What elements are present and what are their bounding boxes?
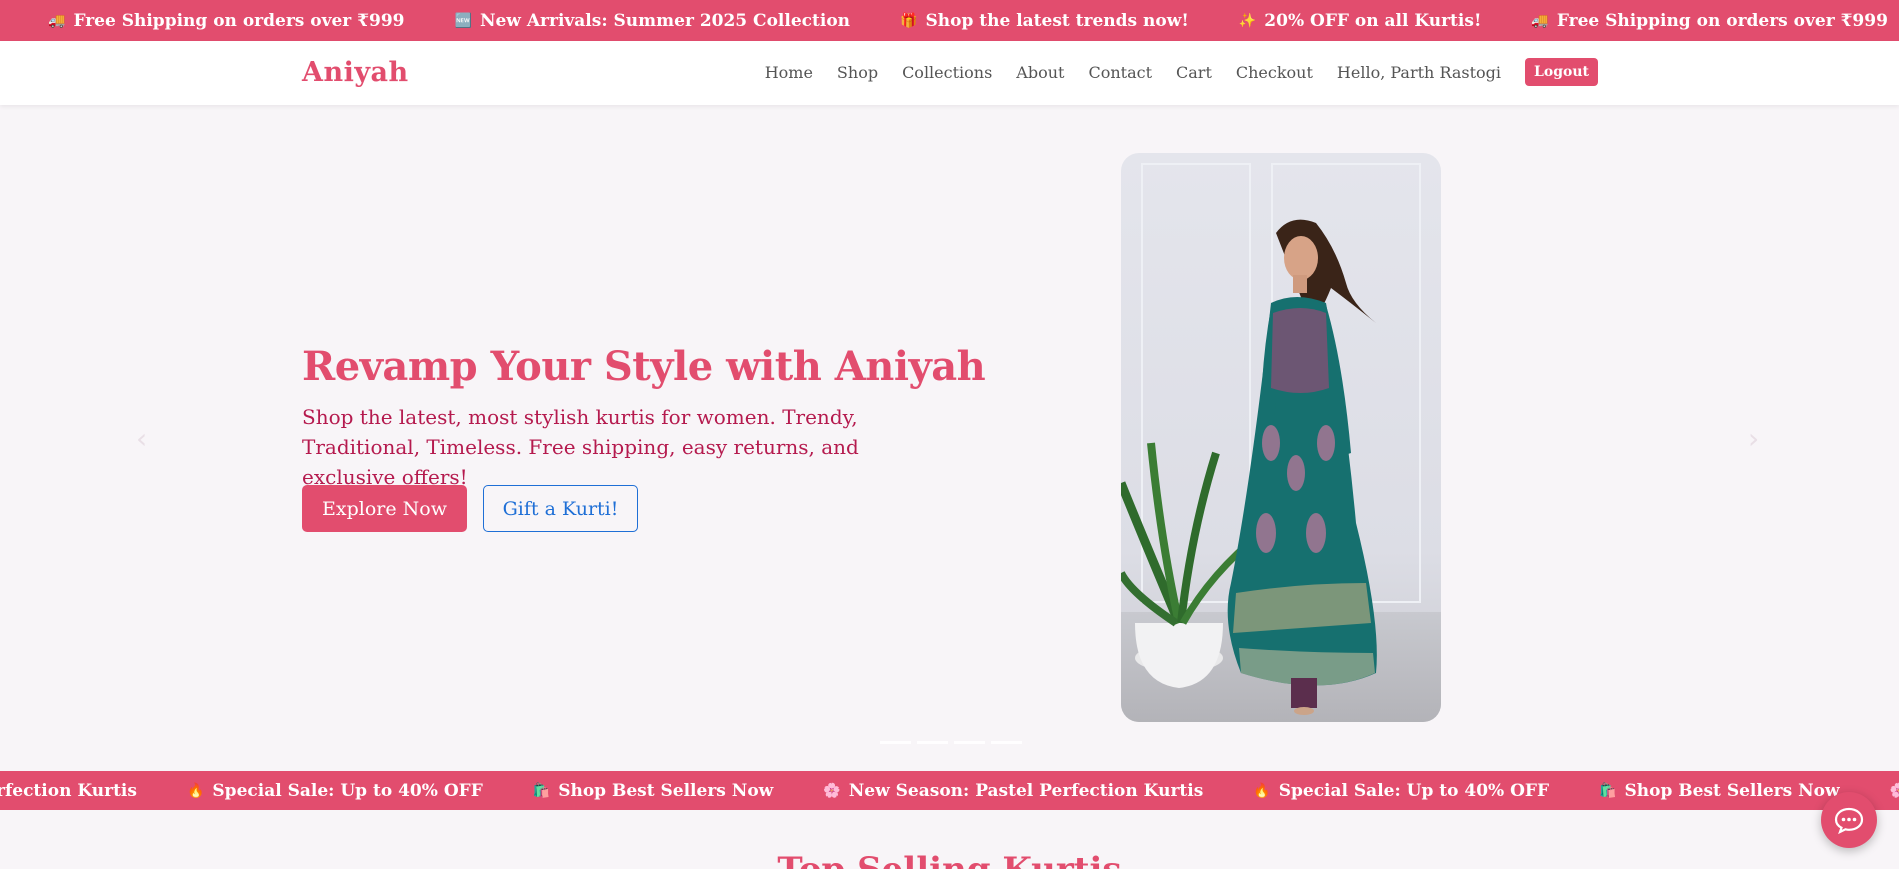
marquee-text: New Season: Pastel Perfection Kurtis [848, 780, 1204, 801]
gift-kurti-button[interactable]: Gift a Kurti! [483, 485, 638, 532]
nav-link-checkout[interactable]: Checkout [1236, 63, 1313, 82]
navbar: Aniyah Home Shop Collections About Conta… [0, 41, 1899, 105]
marquee-emoji-icon: 🎁 [900, 12, 918, 29]
marquee-text: Free Shipping on orders over ₹999 [73, 10, 405, 31]
hero-title: Revamp Your Style with Aniyah [302, 343, 986, 390]
carousel-indicator[interactable] [954, 741, 985, 744]
marquee-item: ✨ 20% OFF on all Kurtis! [1239, 11, 1482, 31]
marquee-emoji-icon: ✨ [1238, 12, 1257, 29]
nav-link-shop[interactable]: Shop [837, 63, 878, 82]
marquee-emoji-icon: 🔥 [186, 782, 205, 799]
user-greeting: Hello, Parth Rastogi [1336, 62, 1502, 82]
marquee-item: 🌸New Season: Pastel Perfection Kurtis [1890, 781, 1899, 801]
nav-link-cart[interactable]: Cart [1176, 63, 1212, 82]
marquee-emoji-icon: 🚚 [1531, 12, 1549, 29]
marquee-item: 🚚 Free Shipping on orders over ₹999 [1531, 11, 1888, 31]
carousel-indicator[interactable] [991, 741, 1022, 744]
hero-subtitle: Shop the latest, most stylish kurtis for… [302, 405, 859, 489]
marquee-text: Special Sale: Up to 40% OFF [1278, 780, 1550, 801]
marquee-item: 🆕 New Arrivals: Summer 2025 Collection [455, 11, 851, 31]
chat-icon [1834, 807, 1864, 835]
marquee-text: rfection Kurtis [0, 780, 137, 801]
marquee-text: New Arrivals: Summer 2025 Collection [479, 10, 851, 31]
marquee-emoji-icon: 🚚 [48, 12, 66, 29]
marquee-emoji-icon: 🔥 [1253, 782, 1271, 799]
announcement-bar: 🚚 Free Shipping on orders over ₹999 🆕 New A… [0, 0, 1899, 41]
promo-bar: rfection Kurtis 🔥 Special Sale: Up to 40% … [0, 771, 1899, 810]
marquee-emoji-icon: 🛍️ [532, 782, 551, 799]
marquee-text: Shop Best Sellers Now [558, 780, 774, 801]
section-title: Top Selling Kurtis [0, 850, 1899, 869]
marquee-emoji-icon: 🛍️ [1599, 782, 1617, 799]
carousel-next-arrow[interactable]: › [1748, 422, 1759, 455]
marquee-text: Special Sale: Up to 40% OFF [212, 780, 483, 801]
nav-menu: Home Shop Collections About Contact Cart… [765, 58, 1598, 86]
carousel-prev-arrow[interactable]: ‹ [136, 422, 147, 455]
marquee-item: 🔥 Special Sale: Up to 40% OFF [1253, 781, 1549, 801]
marquee-emoji-icon: 🌸 [1889, 782, 1899, 799]
marquee-text: Shop Best Sellers Now [1624, 780, 1840, 801]
marquee-text: Shop the latest trends now! [925, 10, 1189, 31]
nav-link-home[interactable]: Home [765, 63, 813, 82]
carousel-indicators [880, 741, 1022, 744]
nav-link-contact[interactable]: Contact [1088, 63, 1152, 82]
marquee-text: Free Shipping on orders over ₹999 [1556, 10, 1888, 31]
carousel-indicator[interactable] [880, 741, 911, 744]
marquee-emoji-icon: 🆕 [454, 12, 472, 29]
marquee-emoji-icon: 🌸 [823, 782, 841, 799]
hero-model-image [1121, 153, 1441, 722]
marquee-item: 🔥 Special Sale: Up to 40% OFF [187, 781, 483, 801]
marquee-item: 🛍️ Shop Best Sellers Now [533, 781, 774, 801]
chat-button[interactable] [1821, 792, 1877, 848]
marquee-item: 🛍️ Shop Best Sellers Now [1599, 781, 1840, 801]
nav-link-about[interactable]: About [1016, 63, 1064, 82]
carousel-indicator[interactable] [917, 741, 948, 744]
logout-button[interactable]: Logout [1525, 58, 1598, 86]
nav-link-collections[interactable]: Collections [902, 63, 992, 82]
brand-logo[interactable]: Aniyah [302, 57, 409, 88]
marquee-item: 🌸 New Season: Pastel Perfection Kurtis [823, 781, 1203, 801]
explore-now-button[interactable]: Explore Now [302, 485, 467, 532]
marquee-item: 🚚 Free Shipping on orders over ₹999 [48, 11, 405, 31]
marquee-item: rfection Kurtis [0, 781, 137, 801]
marquee-text: 20% OFF on all Kurtis! [1264, 10, 1482, 31]
marquee-item: 🎁 Shop the latest trends now! [900, 11, 1189, 31]
